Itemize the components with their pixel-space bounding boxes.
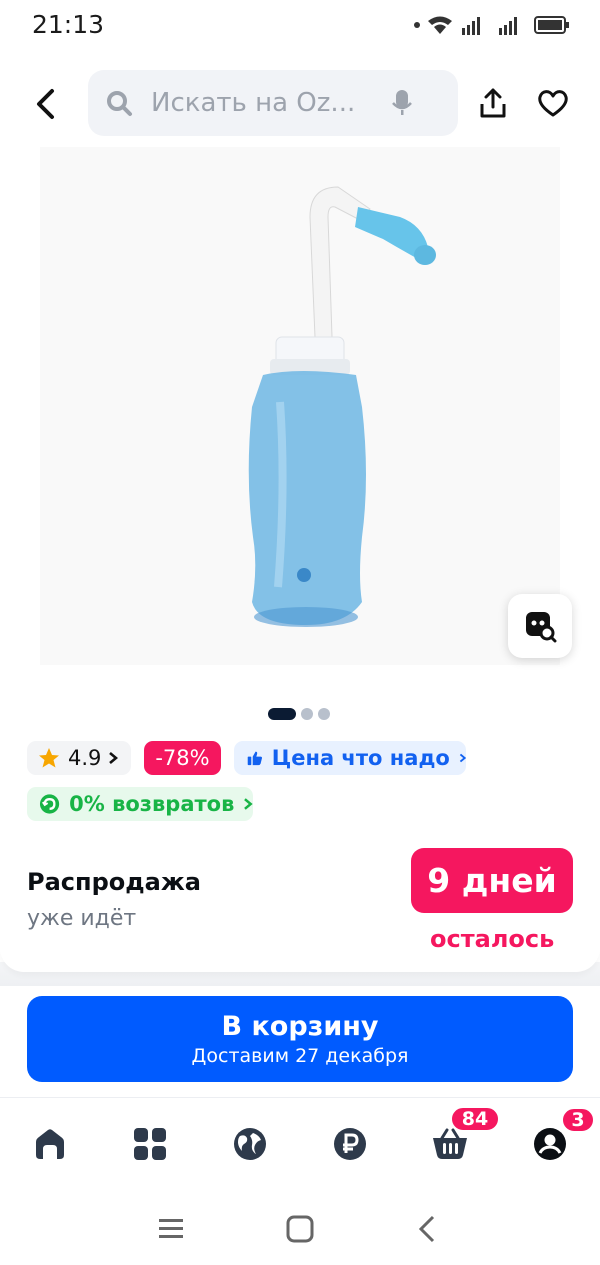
cart-icon bbox=[433, 1128, 467, 1159]
add-to-cart-label: В корзину bbox=[221, 1011, 379, 1042]
search-placeholder: Искать на Oz... bbox=[151, 88, 356, 118]
chevron-right-icon bbox=[109, 752, 119, 764]
home-icon bbox=[36, 1129, 64, 1159]
back-nav-icon[interactable] bbox=[418, 1215, 436, 1243]
pagination-dot[interactable] bbox=[318, 708, 330, 720]
similar-search-icon bbox=[526, 612, 557, 643]
status-time: 21:13 bbox=[32, 10, 105, 39]
recent-apps-icon[interactable] bbox=[158, 1218, 184, 1240]
heart-icon[interactable] bbox=[537, 88, 569, 118]
ruble-icon bbox=[334, 1128, 366, 1160]
catalog-icon bbox=[134, 1128, 166, 1160]
sale-title: Распродажа bbox=[27, 868, 201, 896]
tab-profile[interactable] bbox=[530, 1124, 570, 1164]
tab-home[interactable] bbox=[30, 1124, 70, 1164]
price-rating-chip[interactable]: Цена что надо bbox=[234, 741, 466, 775]
delivery-date-label: Доставим 27 декабря bbox=[191, 1045, 409, 1067]
chevron-right-icon bbox=[244, 798, 253, 810]
tab-fresh[interactable] bbox=[230, 1124, 270, 1164]
similar-search-button[interactable] bbox=[508, 594, 572, 658]
system-icons bbox=[414, 14, 570, 36]
returns-chip[interactable]: 0% возвратов bbox=[27, 787, 253, 821]
star-icon bbox=[39, 748, 59, 768]
cart-count-badge: 84 bbox=[450, 1106, 500, 1132]
thumb-up-icon bbox=[247, 751, 263, 766]
section-divider bbox=[0, 948, 600, 986]
home-nav-icon[interactable] bbox=[286, 1215, 314, 1243]
globe-icon bbox=[234, 1128, 266, 1160]
search-icon bbox=[107, 91, 132, 116]
tab-catalog[interactable] bbox=[130, 1124, 170, 1164]
top-bar: Искать на Oz... bbox=[0, 70, 600, 136]
search-input[interactable]: Искать на Oz... bbox=[88, 70, 458, 136]
rating-chip[interactable]: 4.9 bbox=[27, 741, 131, 775]
battery-icon bbox=[534, 16, 569, 34]
signal-icon bbox=[462, 17, 480, 35]
wifi-icon bbox=[428, 16, 452, 34]
rating-value: 4.9 bbox=[68, 746, 102, 770]
bottom-tab-bar: 84 3 bbox=[0, 1097, 600, 1183]
nasal-rinse-bottle-image bbox=[248, 186, 436, 627]
price-rating-label: Цена что надо bbox=[271, 746, 450, 770]
image-pagination bbox=[268, 708, 330, 720]
profile-count-badge: 3 bbox=[561, 1107, 595, 1133]
notification-dot-icon bbox=[414, 22, 420, 28]
pagination-dot-active[interactable] bbox=[268, 708, 296, 720]
mic-icon[interactable] bbox=[391, 88, 413, 118]
back-arrow-icon[interactable] bbox=[34, 88, 58, 120]
returns-label: 0% возвратов bbox=[69, 792, 235, 816]
return-icon bbox=[39, 794, 60, 814]
chevron-right-icon bbox=[459, 753, 466, 763]
profile-icon bbox=[534, 1128, 566, 1160]
system-navigation-bar bbox=[0, 1183, 600, 1265]
status-bar: 21:13 bbox=[0, 0, 600, 52]
signal-icon-2 bbox=[499, 17, 517, 35]
days-left-badge: 9 дней bbox=[411, 848, 573, 913]
sale-subtitle: уже идёт bbox=[27, 906, 137, 931]
share-icon[interactable] bbox=[478, 87, 508, 119]
pagination-dot[interactable] bbox=[301, 708, 313, 720]
tab-finance[interactable] bbox=[330, 1124, 370, 1164]
add-to-cart-button[interactable]: В корзину Доставим 27 декабря bbox=[27, 996, 573, 1082]
product-image[interactable] bbox=[40, 147, 560, 665]
discount-badge: -78% bbox=[144, 741, 221, 775]
